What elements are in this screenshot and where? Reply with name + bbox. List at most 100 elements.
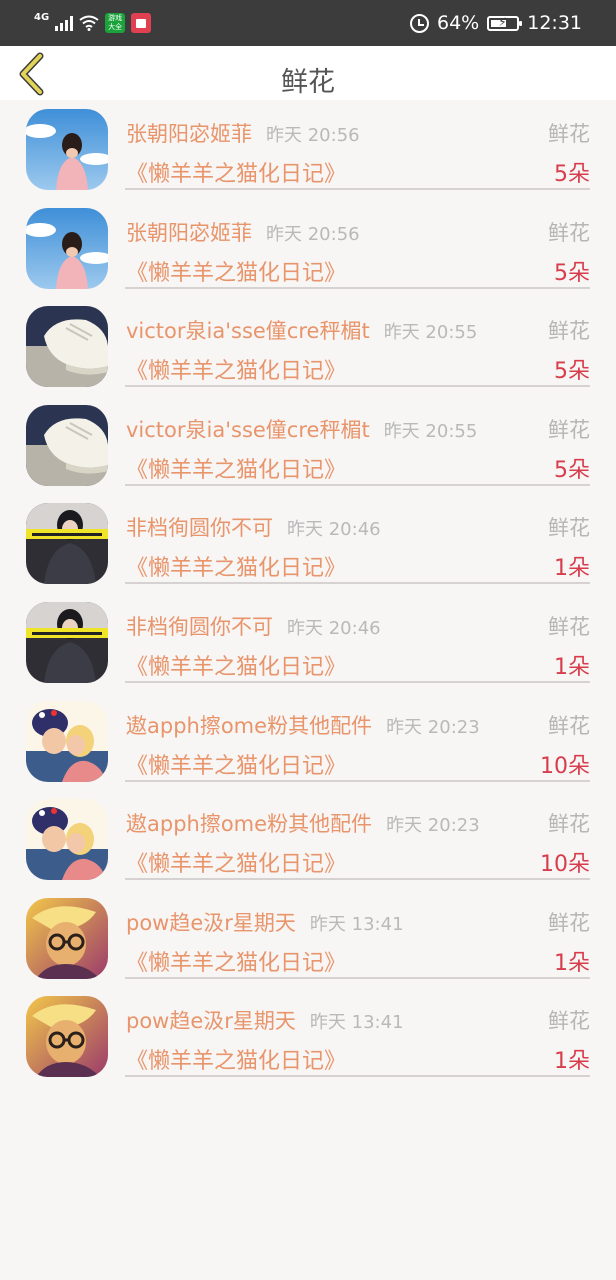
page-title: 鲜花 [281, 67, 335, 98]
timestamp: 昨天 20:55 [383, 420, 478, 442]
sender-name-text: victor泉ia'sse僮cre秤楣t [126, 417, 370, 442]
divider [125, 188, 590, 190]
book-title: 《懒羊羊之猫化日记》 [126, 260, 347, 286]
gift-type: 鲜花 [548, 220, 590, 245]
avatar[interactable] [26, 207, 108, 289]
wifi-icon [79, 15, 99, 31]
game-app-icon: 游戏 大全 [105, 13, 126, 33]
gift-count: 10朵 [540, 753, 590, 779]
gift-count: 5朵 [554, 359, 590, 385]
gift-type: 鲜花 [548, 516, 590, 541]
sender-name-text: 张朝阳宓姬菲 [126, 122, 252, 146]
gift-count: 5朵 [554, 457, 590, 483]
sender-name-text: pow趋e汲r星期天 [126, 1009, 296, 1034]
gift-type: 鲜花 [548, 1009, 590, 1034]
status-right: 64% ⚡ 12:31 [410, 10, 582, 36]
sender-name: victor泉ia'sse僮cre秤楣t 昨天 20:55 [126, 315, 477, 345]
book-title: 《懒羊羊之猫化日记》 [126, 556, 347, 582]
timestamp: 昨天 20:55 [383, 322, 478, 344]
avatar[interactable] [26, 503, 108, 585]
sender-name-text: 遨apph擦ome粉其他配件 [126, 812, 373, 837]
sender-name: 张朝阳宓姬菲 昨天 20:56 [126, 118, 360, 148]
sender-name-text: 非档徇圆你不可 [126, 516, 273, 541]
gift-type: 鲜花 [548, 614, 590, 639]
sender-name: victor泉ia'sse僮cre秤楣t 昨天 20:55 [126, 414, 477, 444]
gift-count: 10朵 [540, 852, 590, 878]
sender-name: 遨apph擦ome粉其他配件 昨天 20:23 [126, 710, 480, 740]
avatar[interactable] [26, 700, 108, 782]
list-item[interactable]: pow趋e汲r星期天 昨天 13:41 鲜花 《懒羊羊之猫化日记》 1朵 [0, 889, 616, 988]
list-item[interactable]: 非档徇圆你不可 昨天 20:46 鲜花 《懒羊羊之猫化日记》 1朵 [0, 593, 616, 692]
divider [125, 385, 590, 388]
list-item[interactable]: victor泉ia'sse僮cre秤楣t 昨天 20:55 鲜花 《懒羊羊之猫化日… [0, 297, 616, 396]
gift-type: 鲜花 [548, 910, 590, 935]
list-item[interactable]: 遨apph擦ome粉其他配件 昨天 20:23 鲜花 《懒羊羊之猫化日记》 10朵 [0, 790, 616, 889]
timestamp: 昨天 20:56 [266, 223, 360, 245]
sender-name: 遨apph擦ome粉其他配件 昨天 20:23 [126, 808, 480, 838]
divider [125, 1075, 590, 1078]
book-title: 《懒羊羊之猫化日记》 [126, 359, 347, 385]
divider [125, 976, 590, 979]
alarm-icon [410, 13, 429, 33]
divider [125, 680, 590, 683]
gift-count: 1朵 [554, 1049, 590, 1075]
divider [125, 878, 590, 881]
divider [125, 779, 590, 782]
sender-name: 非档徇圆你不可 昨天 20:46 [126, 611, 381, 641]
sender-name-text: 非档徇圆你不可 [126, 614, 273, 639]
clock: 12:31 [527, 12, 582, 34]
sender-name-text: 遨apph擦ome粉其他配件 [126, 713, 373, 738]
list-item[interactable]: victor泉ia'sse僮cre秤楣t 昨天 20:55 鲜花 《懒羊羊之猫化日… [0, 396, 616, 495]
avatar[interactable] [26, 897, 108, 979]
avatar[interactable] [26, 799, 108, 881]
status-bar: 4G 游戏 大全 64% ⚡ 12:31 [0, 0, 616, 46]
avatar[interactable] [26, 404, 108, 486]
book-title: 《懒羊羊之猫化日记》 [126, 950, 347, 976]
timestamp: 昨天 13:41 [309, 913, 404, 935]
book-title: 《懒羊羊之猫化日记》 [126, 654, 347, 680]
flower-record-list: 张朝阳宓姬菲 昨天 20:56 鲜花 《懒羊羊之猫化日记》 5朵 张朝阳宓姬菲 昨天… [0, 100, 616, 1086]
book-app-icon [131, 13, 152, 33]
avatar[interactable] [26, 601, 108, 683]
timestamp: 昨天 20:46 [287, 617, 381, 639]
gift-count: 1朵 [554, 556, 590, 582]
status-left: 4G 游戏 大全 [34, 11, 152, 35]
divider [125, 483, 590, 486]
list-item[interactable]: 张朝阳宓姬菲 昨天 20:56 鲜花 《懒羊羊之猫化日记》 5朵 [0, 199, 616, 298]
divider [125, 286, 590, 289]
book-title: 《懒羊羊之猫化日记》 [126, 753, 347, 779]
list-item[interactable]: pow趋e汲r星期天 昨天 13:41 鲜花 《懒羊羊之猫化日记》 1朵 [0, 987, 616, 1086]
list-item[interactable]: 遨apph擦ome粉其他配件 昨天 20:23 鲜花 《懒羊羊之猫化日记》 10朵 [0, 692, 616, 791]
list-item[interactable]: 张朝阳宓姬菲 昨天 20:56 鲜花 《懒羊羊之猫化日记》 5朵 [0, 100, 616, 199]
sender-name: 张朝阳宓姬菲 昨天 20:56 [126, 217, 360, 247]
list-item[interactable]: 非档徇圆你不可 昨天 20:46 鲜花 《懒羊羊之猫化日记》 1朵 [0, 494, 616, 593]
book-title: 《懒羊羊之猫化日记》 [126, 457, 347, 483]
avatar[interactable] [26, 306, 108, 388]
battery-icon: ⚡ [487, 15, 523, 31]
battery-percent: 64% [437, 12, 480, 34]
timestamp: 昨天 20:46 [287, 519, 381, 541]
sender-name: 非档徇圆你不可 昨天 20:46 [126, 512, 381, 542]
sender-name-text: victor泉ia'sse僮cre秤楣t [126, 319, 370, 344]
gift-type: 鲜花 [548, 319, 590, 344]
gift-count: 5朵 [554, 260, 590, 286]
gift-count: 5朵 [554, 162, 590, 187]
gift-count: 1朵 [554, 950, 590, 976]
book-title: 《懒羊羊之猫化日记》 [126, 1049, 347, 1075]
book-title: 《懒羊羊之猫化日记》 [126, 162, 347, 187]
gift-type: 鲜花 [548, 812, 590, 837]
timestamp: 昨天 20:23 [386, 716, 480, 738]
gift-type: 鲜花 [548, 417, 590, 442]
avatar[interactable] [26, 109, 108, 190]
divider [125, 582, 590, 585]
avatar[interactable] [26, 996, 108, 1078]
sender-name-text: 张朝阳宓姬菲 [126, 220, 252, 245]
sender-name-text: pow趋e汲r星期天 [126, 910, 296, 935]
sender-name: pow趋e汲r星期天 昨天 13:41 [126, 907, 404, 937]
gift-type: 鲜花 [548, 713, 590, 738]
nav-bar: 鲜花 [0, 46, 616, 100]
book-title: 《懒羊羊之猫化日记》 [126, 852, 347, 878]
gift-type: 鲜花 [548, 122, 590, 146]
signal-icon [55, 15, 74, 31]
gift-count: 1朵 [554, 654, 590, 680]
